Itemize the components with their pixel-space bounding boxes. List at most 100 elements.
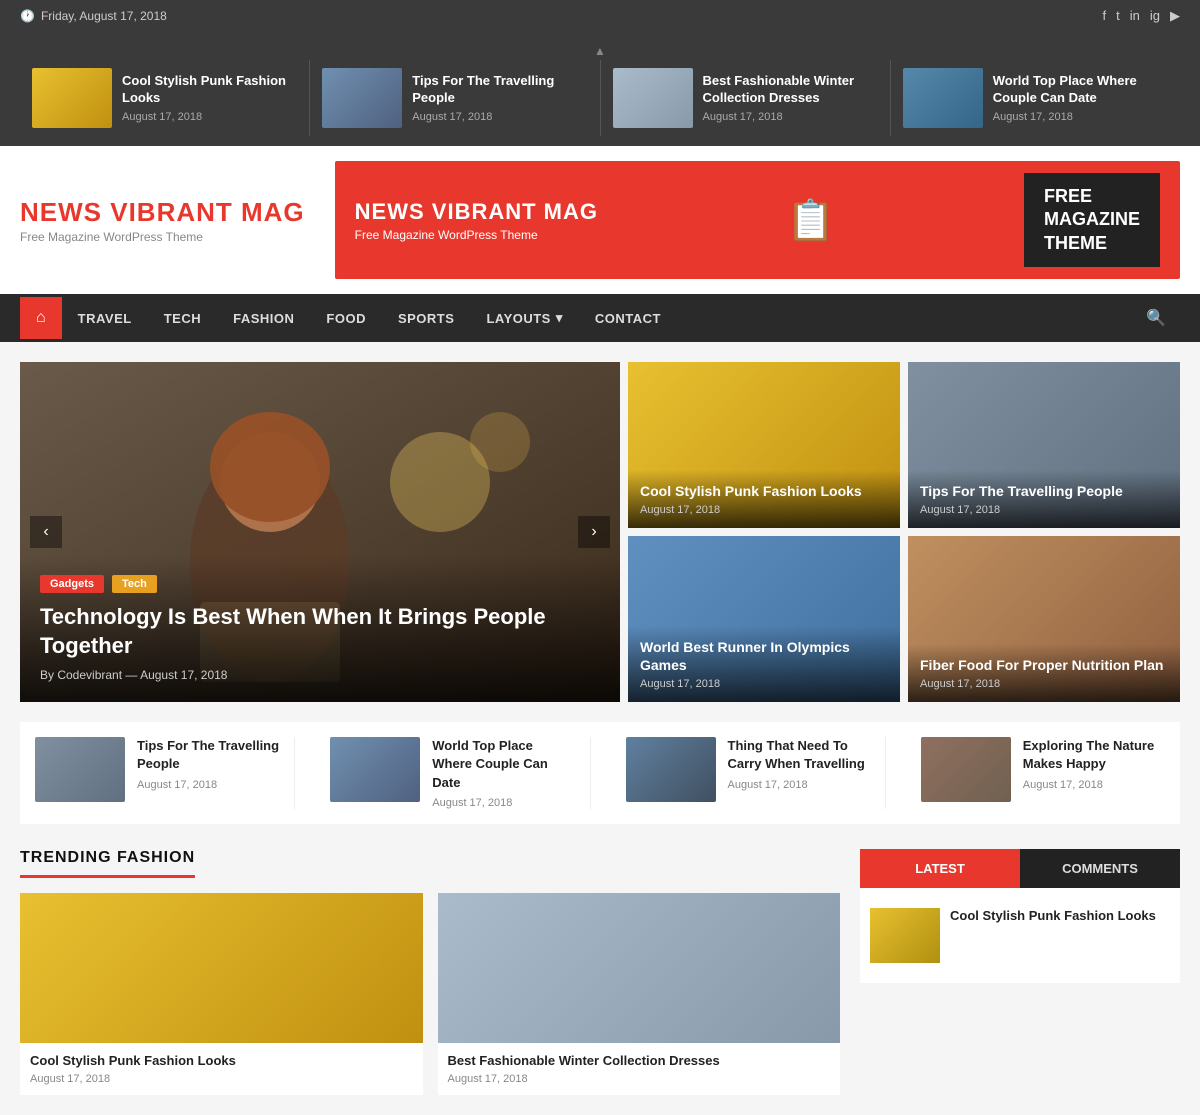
side-card-2[interactable]: World Best Runner In Olympics Games Augu… <box>628 536 900 702</box>
nav-search-button[interactable]: 🔍 <box>1132 294 1180 342</box>
logo[interactable]: NEWS VIBRANT MAG Free Magazine WordPress… <box>20 197 305 244</box>
nav-item-food[interactable]: FOOD <box>310 297 382 340</box>
hero-navigation: ‹ › <box>20 516 620 548</box>
nav-item-travel[interactable]: TRAVEL <box>62 297 148 340</box>
youtube-icon[interactable]: ▶ <box>1170 8 1180 24</box>
article-date-0: August 17, 2018 <box>137 779 279 791</box>
ticker-item[interactable]: Tips For The Travelling People August 17… <box>310 60 600 136</box>
side-card-0[interactable]: Cool Stylish Punk Fashion Looks August 1… <box>628 362 900 528</box>
trending-card-1[interactable]: Best Fashionable Winter Collection Dress… <box>438 893 841 1095</box>
sidebar-article-title-0: Cool Stylish Punk Fashion Looks <box>950 908 1156 923</box>
ticker-thumb <box>32 68 112 128</box>
facebook-icon[interactable]: f <box>1103 8 1107 24</box>
ticker-title: Tips For The Travelling People <box>412 73 587 107</box>
hero-author: Codevibrant <box>57 668 122 682</box>
clock-icon: 🕐 <box>20 9 35 23</box>
trending-card-info-1: Best Fashionable Winter Collection Dress… <box>438 1043 841 1095</box>
linkedin-icon[interactable]: in <box>1130 8 1140 24</box>
article-title-0: Tips For The Travelling People <box>137 737 279 773</box>
article-date-3: August 17, 2018 <box>1023 779 1165 791</box>
article-title-2: Thing That Need To Carry When Travelling <box>728 737 870 773</box>
sidebar-tab-latest[interactable]: LATEST <box>860 849 1020 888</box>
sidebar-tab-comments[interactable]: COMMENTS <box>1020 849 1180 888</box>
banner-left: NEWS VIBRANT MAG Free Magazine WordPress… <box>355 199 598 242</box>
article-info-2: Thing That Need To Carry When Travelling… <box>728 737 870 790</box>
article-item-2[interactable]: Thing That Need To Carry When Travelling… <box>611 737 886 809</box>
articles-row: Tips For The Travelling People August 17… <box>20 722 1180 824</box>
sidebar-tabs: LATEST COMMENTS <box>860 849 1180 888</box>
nav-item-fashion[interactable]: FASHION <box>217 297 310 340</box>
sidebar-article-0[interactable]: Cool Stylish Punk Fashion Looks <box>870 898 1170 973</box>
ticker-title: Cool Stylish Punk Fashion Looks <box>122 73 297 107</box>
ticker-item[interactable]: World Top Place Where Couple Can Date Au… <box>891 60 1180 136</box>
ticker-date: August 17, 2018 <box>703 111 878 123</box>
ticker-title: World Top Place Where Couple Can Date <box>993 73 1168 107</box>
nav-home-button[interactable]: ⌂ <box>20 297 62 339</box>
nav-item-contact[interactable]: CONTACT <box>579 297 677 340</box>
side-card-overlay-0: Cool Stylish Punk Fashion Looks August 1… <box>628 470 900 528</box>
article-date-2: August 17, 2018 <box>728 779 870 791</box>
ticker-info: World Top Place Where Couple Can Date Au… <box>993 73 1168 123</box>
twitter-icon[interactable]: t <box>1116 8 1120 24</box>
ticker-date: August 17, 2018 <box>993 111 1168 123</box>
side-card-overlay-2: World Best Runner In Olympics Games Augu… <box>628 626 900 702</box>
ticker-info: Cool Stylish Punk Fashion Looks August 1… <box>122 73 297 123</box>
header-banner[interactable]: NEWS VIBRANT MAG Free Magazine WordPress… <box>335 161 1180 279</box>
hero-date: August 17, 2018 <box>140 668 227 682</box>
ticker-info: Tips For The Travelling People August 17… <box>412 73 587 123</box>
logo-tagline: Free Magazine WordPress Theme <box>20 230 305 244</box>
ticker-bar: ▲ Cool Stylish Punk Fashion Looks August… <box>0 32 1200 146</box>
instagram-icon[interactable]: ig <box>1150 8 1160 24</box>
hero-next-button[interactable]: › <box>578 516 610 548</box>
top-bar-date: 🕐 Friday, August 17, 2018 <box>20 9 167 23</box>
tag-gadgets[interactable]: Gadgets <box>40 575 104 593</box>
ticker-thumb <box>903 68 983 128</box>
article-thumb-1 <box>330 737 420 802</box>
ticker-item[interactable]: Cool Stylish Punk Fashion Looks August 1… <box>20 60 310 136</box>
hero-meta: By Codevibrant — August 17, 2018 <box>40 668 600 682</box>
side-card-title-2: World Best Runner In Olympics Games <box>640 638 888 674</box>
logo-name1: NEWS VIBRANT <box>20 197 241 227</box>
trending-card-image-1 <box>438 893 841 1043</box>
article-date-1: August 17, 2018 <box>432 797 574 809</box>
hero-prev-button[interactable]: ‹ <box>30 516 62 548</box>
logo-text: NEWS VIBRANT MAG <box>20 197 305 228</box>
ticker-title: Best Fashionable Winter Collection Dress… <box>703 73 878 107</box>
article-info-3: Exploring The Nature Makes Happy August … <box>1023 737 1165 790</box>
side-card-1[interactable]: Tips For The Travelling People August 17… <box>908 362 1180 528</box>
nav-item-tech[interactable]: TECH <box>148 297 217 340</box>
side-card-date-2: August 17, 2018 <box>640 678 888 690</box>
ticker-toggle[interactable]: ▲ <box>20 42 1180 60</box>
article-title-1: World Top Place Where Couple Can Date <box>432 737 574 792</box>
tag-tech[interactable]: Tech <box>112 575 157 593</box>
article-item-3[interactable]: Exploring The Nature Makes Happy August … <box>906 737 1180 809</box>
nav-item-layouts[interactable]: LAYOUTS ▾ <box>470 296 578 340</box>
article-item-1[interactable]: World Top Place Where Couple Can Date Au… <box>315 737 590 809</box>
hero-side-cards: Cool Stylish Punk Fashion Looks August 1… <box>628 362 1180 702</box>
article-item-0[interactable]: Tips For The Travelling People August 17… <box>20 737 295 809</box>
ticker-info: Best Fashionable Winter Collection Dress… <box>703 73 878 123</box>
side-card-title-1: Tips For The Travelling People <box>920 482 1168 500</box>
top-bar: 🕐 Friday, August 17, 2018 f t in ig ▶ <box>0 0 1200 32</box>
trending-card-0[interactable]: Cool Stylish Punk Fashion Looks August 1… <box>20 893 423 1095</box>
hero-grid: ‹ › Gadgets Tech Technology Is Best When… <box>20 362 1180 702</box>
hero-tags: Gadgets Tech <box>40 575 600 593</box>
banner-icon: 📋 <box>786 197 836 244</box>
side-card-overlay-3: Fiber Food For Proper Nutrition Plan Aug… <box>908 644 1180 702</box>
sidebar-thumb-0 <box>870 908 940 963</box>
side-card-3[interactable]: Fiber Food For Proper Nutrition Plan Aug… <box>908 536 1180 702</box>
social-icons: f t in ig ▶ <box>1103 8 1181 24</box>
nav-item-sports[interactable]: SPORTS <box>382 297 470 340</box>
banner-title: NEWS VIBRANT MAG <box>355 199 598 225</box>
ticker-item[interactable]: Best Fashionable Winter Collection Dress… <box>601 60 891 136</box>
article-info-0: Tips For The Travelling People August 17… <box>137 737 279 790</box>
article-thumb-3 <box>921 737 1011 802</box>
ticker-thumb <box>322 68 402 128</box>
trending-sidebar: LATEST COMMENTS Cool Stylish Punk Fashio… <box>860 849 1180 1095</box>
hero-main-card[interactable]: ‹ › Gadgets Tech Technology Is Best When… <box>20 362 620 702</box>
banner-cta: FREEMAGAZINETHEME <box>1024 173 1160 267</box>
banner-subtitle: Free Magazine WordPress Theme <box>355 228 598 242</box>
article-thumb-2 <box>626 737 716 802</box>
side-card-overlay-1: Tips For The Travelling People August 17… <box>908 470 1180 528</box>
side-card-date-1: August 17, 2018 <box>920 504 1168 516</box>
